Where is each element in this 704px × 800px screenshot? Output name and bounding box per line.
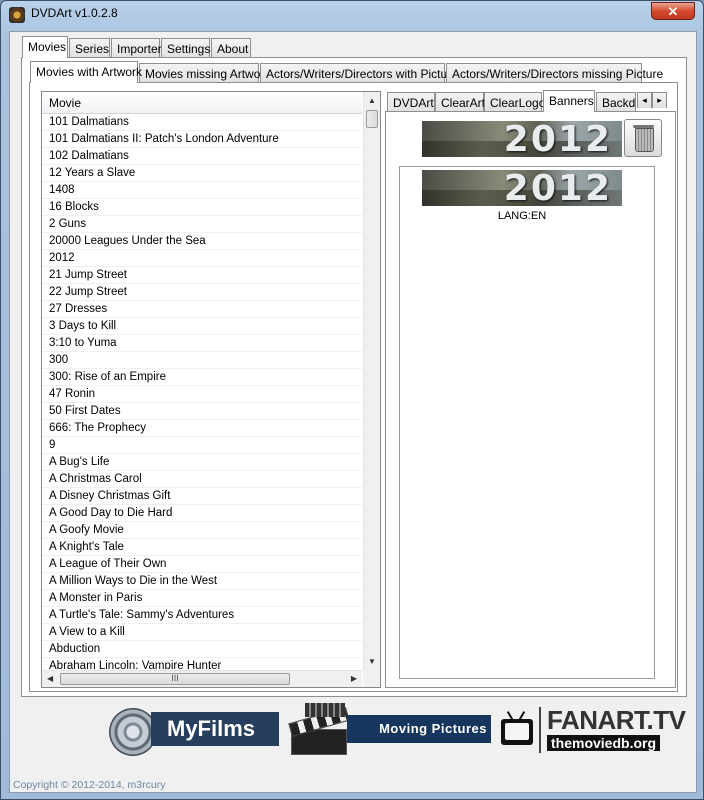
movie-row[interactable]: 3 Days to Kill [42,318,362,335]
movie-row[interactable]: 12 Years a Slave [42,165,362,182]
movie-row[interactable]: 2012 [42,250,362,267]
banner-option-language: LANG:EN [497,210,547,222]
movie-row[interactable]: A View to a Kill [42,624,362,641]
scroll-down-icon[interactable]: ▼ [368,657,376,666]
movie-row[interactable]: A Turtle's Tale: Sammy's Adventures [42,607,362,624]
app-window: DVDArt v1.0.2.8 ✕ Movies Series Importer… [0,0,704,800]
tab-movies[interactable]: Movies [22,36,68,58]
copyright-text: Copyright © 2012-2014, m3rcury [13,779,166,791]
current-banner-image: 2012 [422,121,622,157]
scroll-up-icon[interactable]: ▲ [368,96,376,105]
movie-row[interactable]: Abraham Lincoln: Vampire Hunter [42,658,362,669]
clapperboard-icon [287,703,351,757]
movie-row[interactable]: 50 First Dates [42,403,362,420]
horizontal-scroll-thumb[interactable]: III [60,673,290,685]
movie-row[interactable]: 666: The Prophecy [42,420,362,437]
window-title: DVDArt v1.0.2.8 [31,6,118,20]
movie-row[interactable]: 27 Dresses [42,301,362,318]
movie-row[interactable]: 1408 [42,182,362,199]
tmdb-logo: themoviedb.org [547,735,661,751]
scroll-right-icon[interactable]: ▶ [351,674,357,683]
logo-divider [539,707,541,753]
tab-movies-missing-artwork[interactable]: Movies missing Artwork [139,63,270,83]
movie-row[interactable]: A Monster in Paris [42,590,362,607]
film-reel-icon [109,708,157,756]
movie-row[interactable]: 47 Ronin [42,386,362,403]
movie-row[interactable]: 102 Dalmatians [42,148,362,165]
tab-about[interactable]: About [211,38,251,58]
movie-row[interactable]: 9 [42,437,362,454]
movie-row[interactable]: A League of Their Own [42,556,362,573]
title-bar[interactable]: DVDArt v1.0.2.8 ✕ [1,1,703,27]
trash-icon [635,128,654,152]
movie-row[interactable]: 3:10 to Yuma [42,335,362,352]
movie-row[interactable]: 22 Jump Street [42,284,362,301]
scroll-corner [363,670,380,687]
tab-settings[interactable]: Settings [161,38,210,58]
movie-list[interactable]: Movie 101 Dalmatians 101 Dalmatians II: P… [41,91,381,688]
tab-dvdart[interactable]: DVDArt [387,92,435,112]
movie-row[interactable]: 300: Rise of an Empire [42,369,362,386]
movie-row[interactable]: 21 Jump Street [42,267,362,284]
footer-logos: MyFilms Moving Pictures FANART.TV themov… [101,701,686,761]
tab-banners[interactable]: Banners [543,90,595,112]
movie-row[interactable]: A Knight's Tale [42,539,362,556]
tv-icon [501,711,533,745]
movie-row[interactable]: Abduction [42,641,362,658]
movie-row[interactable]: A Good Day to Die Hard [42,505,362,522]
horizontal-scrollbar[interactable]: ◀ III ▶ [42,670,362,687]
movie-rows: 101 Dalmatians 101 Dalmatians II: Patch's… [42,114,362,669]
close-button[interactable]: ✕ [651,2,695,20]
fanart-logo: FANART.TV [547,705,686,735]
app-icon [9,7,25,23]
banner-option-title: 2012 [503,170,612,206]
tab-backdrops[interactable]: Backdr [596,92,636,112]
movie-row[interactable]: 300 [42,352,362,369]
movie-row[interactable]: A Million Ways to Die in the West [42,573,362,590]
vertical-scrollbar[interactable]: ▲ ▼ [363,92,380,670]
column-header-movie[interactable]: Movie [42,92,362,114]
tab-scroll-left-icon[interactable]: ◂ [637,92,652,108]
banner-option-image[interactable]: 2012 [422,170,622,206]
movie-row[interactable]: A Christmas Carol [42,471,362,488]
movie-row[interactable]: 16 Blocks [42,199,362,216]
scroll-left-icon[interactable]: ◀ [47,674,53,683]
vertical-scroll-thumb[interactable] [366,110,378,128]
movie-row[interactable]: 101 Dalmatians [42,114,362,131]
movie-row[interactable]: 2 Guns [42,216,362,233]
tab-series[interactable]: Series [69,38,110,58]
delete-banner-button[interactable] [624,119,662,157]
movie-row[interactable]: A Goofy Movie [42,522,362,539]
movie-row[interactable]: 101 Dalmatians II: Patch's London Advent… [42,131,362,148]
tab-importer[interactable]: Importer [111,38,162,58]
tab-scroll-right-icon[interactable]: ▸ [652,92,667,108]
movie-row[interactable]: A Disney Christmas Gift [42,488,362,505]
movie-row[interactable]: 20000 Leagues Under the Sea [42,233,362,250]
tab-people-with-picture[interactable]: Actors/Writers/Directors with Picture [260,63,458,83]
tab-movies-with-artwork[interactable]: Movies with Artwork [30,61,142,83]
banner-options-panel [399,166,655,679]
myfilms-logo: MyFilms [151,712,279,746]
tab-clearlogo[interactable]: ClearLogo [484,92,545,112]
current-banner-title: 2012 [503,121,612,157]
movie-row[interactable]: A Bug's Life [42,454,362,471]
tab-people-missing-picture[interactable]: Actors/Writers/Directors missing Picture [446,63,663,83]
tab-clearart[interactable]: ClearArt [435,92,485,112]
moving-pictures-logo: Moving Pictures [347,715,491,743]
